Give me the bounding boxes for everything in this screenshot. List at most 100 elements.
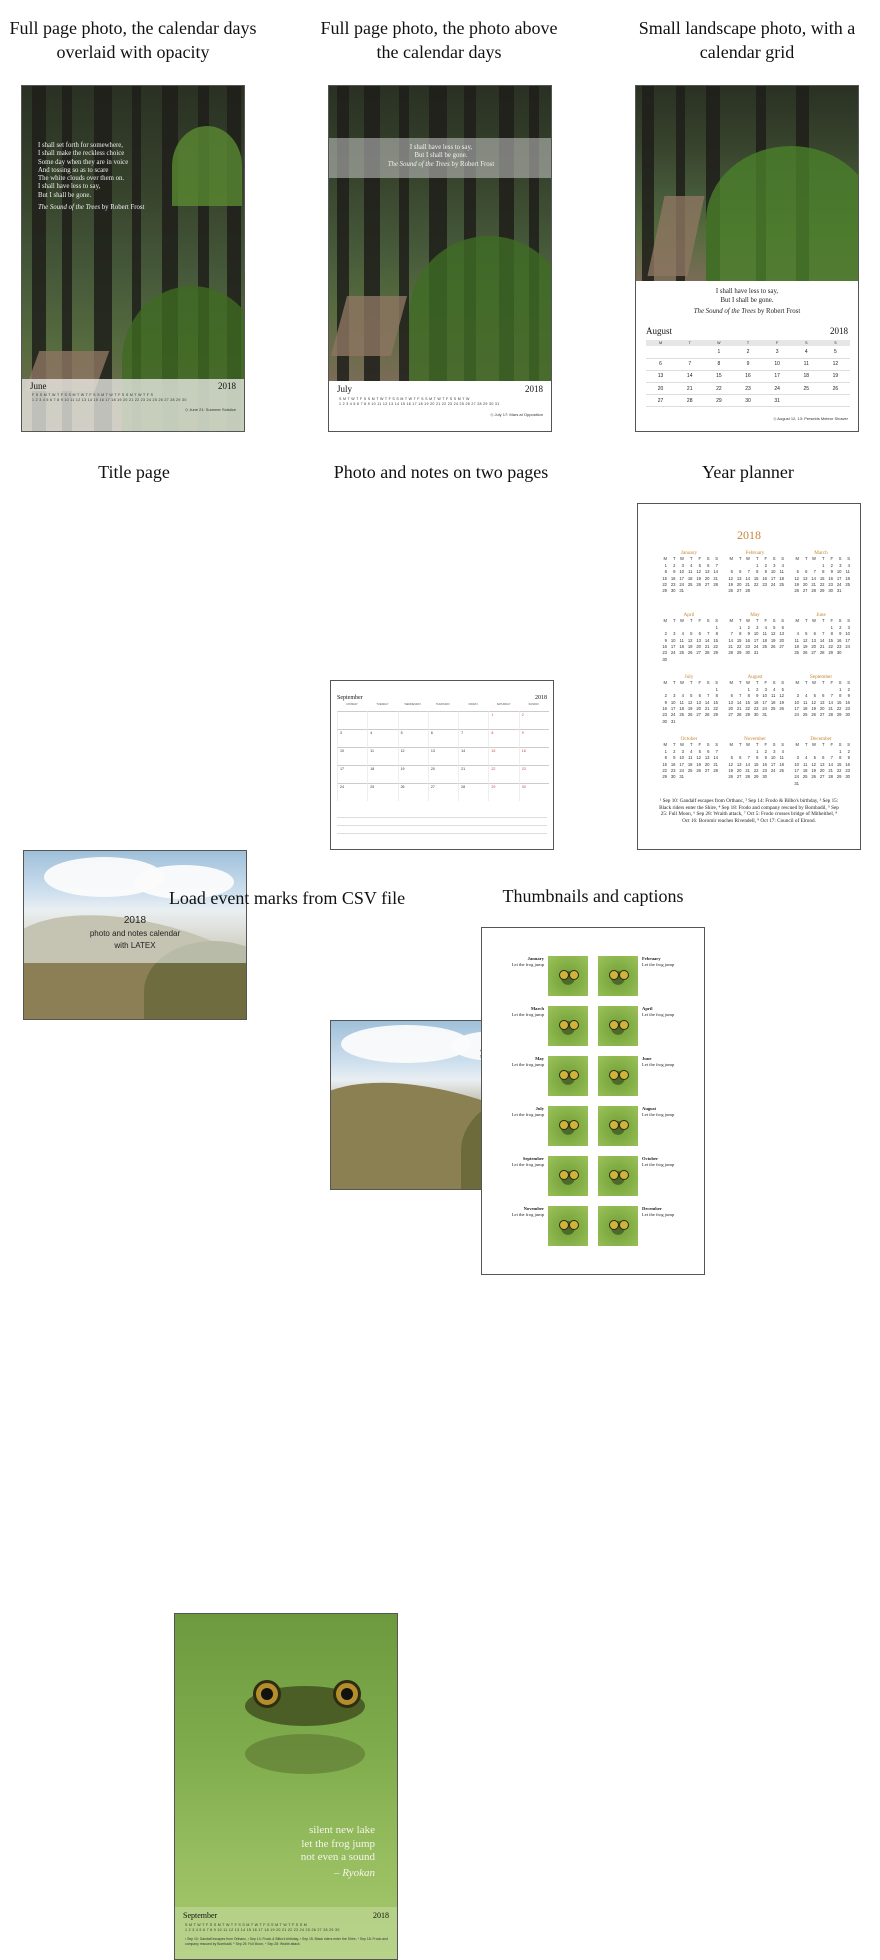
day-cell[interactable] (367, 711, 398, 729)
panel-year-planner[interactable]: 2018 January M T W T F S S 1 2 3 4 5 6 7 8 9 10 11 12 13 14 15… (637, 503, 861, 850)
day-cell[interactable]: 23 (518, 765, 549, 783)
month-block[interactable]: July M T W T F S S 1 2 3 4 5 6 7 8 9 10 11 12 13 14 15 16 17 18 19… (660, 674, 718, 725)
day-cell[interactable]: 5 (820, 346, 850, 359)
day-cell[interactable]: 21 (458, 765, 489, 783)
day-cell[interactable]: 30 (733, 394, 763, 408)
day-cell[interactable]: 26 (820, 382, 850, 396)
panel-small-landscape[interactable]: I shall have less to say, But I shall be … (635, 85, 859, 432)
month-block[interactable]: May M T W T F S S 1 2 3 4 5 6 7 8 9 10 11 12 13 14 15 16 17 18 19 2… (726, 612, 784, 657)
day-cell[interactable]: 8 (704, 358, 734, 371)
month-block[interactable]: November M T W T F S S 1 2 3 4 5 6 7 8 9 10 11 12 13 14 15 16 17… (726, 736, 784, 781)
day-cell[interactable]: 5 (397, 729, 428, 747)
day-cell[interactable]: 26 (397, 783, 428, 801)
day-cell[interactable] (646, 346, 676, 359)
day-cell[interactable]: 16 (733, 370, 763, 384)
thumbnail-image[interactable] (598, 1056, 638, 1096)
day-cell[interactable]: 2 (733, 346, 763, 359)
month-block[interactable]: June M T W T F S S 1 2 3 4 5 6 7 8 9 10 11 12 13 14 15 16 17 18 19… (792, 612, 850, 657)
thumbnail-image[interactable] (548, 1056, 588, 1096)
day-cell[interactable]: 21 (675, 382, 705, 396)
day-cell[interactable] (820, 394, 850, 408)
day-cell[interactable]: 24 (337, 783, 368, 801)
day-cell[interactable]: 10 (337, 747, 368, 765)
day-cell[interactable]: 28 (458, 783, 489, 801)
panel-photo-above[interactable]: I shall have less to say, But I shall be … (328, 85, 552, 432)
day-cell[interactable]: 13 (646, 370, 676, 384)
day-cell[interactable]: 7 (458, 729, 489, 747)
thumbnail-image[interactable] (548, 1006, 588, 1046)
month-block[interactable]: September M T W T F S S 1 2 3 4 5 6 7 8 9 10 11 12 13 14 15 16 1… (792, 674, 850, 719)
day-cell[interactable] (458, 711, 489, 729)
day-cell[interactable]: 31 (762, 394, 792, 408)
day-cell[interactable] (791, 394, 821, 408)
day-cell[interactable]: 27 (646, 394, 676, 408)
thumbnail-image[interactable] (598, 1206, 638, 1246)
day-cell[interactable]: 15 (704, 370, 734, 384)
day-cell[interactable] (427, 711, 459, 729)
thumbnail-image[interactable] (548, 1156, 588, 1196)
day-cell[interactable]: 11 (791, 358, 821, 371)
thumbnail-image[interactable] (598, 1156, 638, 1196)
month-block[interactable]: December M T W T F S S 1 2 3 4 5 6 7 8 9 10 11 12 13 14 15 16 17… (792, 736, 850, 787)
day-cell[interactable]: 12 (820, 358, 850, 371)
day-cell[interactable]: 4 (791, 346, 821, 359)
day-cell[interactable]: 25 (791, 382, 821, 396)
day-cell[interactable]: 8 (488, 729, 519, 747)
day-cell[interactable]: 9 (518, 729, 549, 747)
day-cell[interactable]: 13 (427, 747, 459, 765)
day-cell[interactable]: 1 (488, 711, 519, 729)
day-cell[interactable]: 25 (367, 783, 398, 801)
panel-csv-marks[interactable]: silent new lake let the frog jump not even… (174, 1613, 398, 1960)
day-cell[interactable]: 24 (762, 382, 792, 396)
day-cell[interactable]: 9 (733, 358, 763, 371)
month-block[interactable]: October M T W T F S S 1 2 3 4 5 6 7 8 9 10 11 12 13 14 15 16 17 1… (660, 736, 718, 781)
day-cell[interactable]: 22 (704, 382, 734, 396)
thumbnail-image[interactable] (548, 1206, 588, 1246)
day-cell[interactable]: 6 (427, 729, 459, 747)
day-cell[interactable]: 4 (367, 729, 398, 747)
day-cell[interactable]: 6 (646, 358, 676, 371)
thumbnail-image[interactable] (598, 1106, 638, 1146)
day-cell[interactable]: 14 (675, 370, 705, 384)
thumbnail-image[interactable] (548, 956, 588, 996)
day-cell[interactable]: 30 (518, 783, 549, 801)
panel-thumbnails[interactable]: January Let the frog jump February Let the … (481, 927, 705, 1275)
day-cell[interactable]: 19 (397, 765, 428, 783)
day-cell[interactable] (675, 346, 705, 359)
day-cell[interactable]: 20 (646, 382, 676, 396)
panel-title-page[interactable]: 2018 photo and notes calendar with LATEX (23, 850, 247, 1020)
day-cell[interactable]: 17 (762, 370, 792, 384)
day-cell[interactable]: 3 (762, 346, 792, 359)
day-cell[interactable]: 7 (675, 358, 705, 371)
thumbnail-image[interactable] (598, 1006, 638, 1046)
day-cell[interactable]: 15 (488, 747, 519, 765)
day-cell[interactable]: 23 (733, 382, 763, 396)
month-block[interactable]: April M T W T F S S 1 2 3 4 5 6 7 8 9 10 11 12 13 14 15 16 17 18 1… (660, 612, 718, 663)
day-cell[interactable]: 22 (488, 765, 519, 783)
day-cell[interactable]: 20 (427, 765, 459, 783)
panel-notes-page[interactable]: September 2018 MONDAY TUESDAY WEDNESDAY THU… (330, 680, 554, 850)
day-cell[interactable]: 12 (397, 747, 428, 765)
day-cell[interactable] (397, 711, 428, 729)
month-block[interactable]: March M T W T F S S 1 2 3 4 5 6 7 8 9 10 11 12 13 14 15 16 17 18 1… (792, 550, 850, 595)
day-cell[interactable]: 10 (762, 358, 792, 371)
day-cell[interactable]: 14 (458, 747, 489, 765)
day-cell[interactable]: 19 (820, 370, 850, 384)
day-cell[interactable]: 17 (337, 765, 368, 783)
panel-overlay-calendar[interactable]: I shall set forth for somewhere, I shall … (21, 85, 245, 432)
day-cell[interactable]: 16 (518, 747, 549, 765)
day-cell[interactable] (337, 711, 368, 729)
day-cell[interactable]: 11 (367, 747, 398, 765)
month-block[interactable]: January M T W T F S S 1 2 3 4 5 6 7 8 9 10 11 12 13 14 15 16 17 1… (660, 550, 718, 595)
thumbnail-image[interactable] (548, 1106, 588, 1146)
day-cell[interactable]: 28 (675, 394, 705, 408)
day-cell[interactable]: 2 (518, 711, 549, 729)
day-cell[interactable]: 1 (704, 346, 734, 359)
thumbnail-image[interactable] (598, 956, 638, 996)
day-cell[interactable]: 29 (488, 783, 519, 801)
day-cell[interactable]: 27 (427, 783, 459, 801)
month-block[interactable]: February M T W T F S S 1 2 3 4 5 6 7 8 9 10 11 12 13 14 15 16 17… (726, 550, 784, 595)
month-block[interactable]: August M T W T F S S 1 2 3 4 5 6 7 8 9 10 11 12 13 14 15 16 17 18… (726, 674, 784, 719)
day-cell[interactable]: 29 (704, 394, 734, 408)
day-cell[interactable]: 3 (337, 729, 368, 747)
